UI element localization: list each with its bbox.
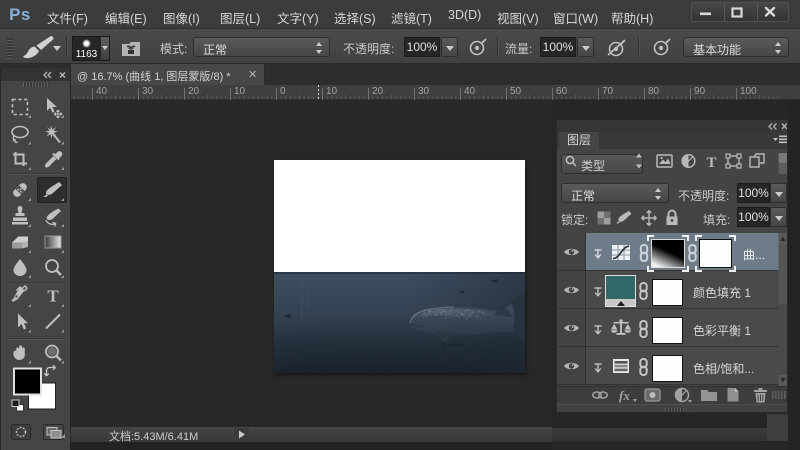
svg-text:20: 20 [188,86,200,97]
svg-text:60: 60 [556,86,568,97]
svg-text:30: 30 [418,86,430,97]
svg-text:T: T [47,287,59,306]
svg-text:10: 10 [326,86,338,97]
svg-text:80: 80 [648,86,660,97]
svg-text:50: 50 [510,86,522,97]
svg-text:fx: fx [619,388,630,403]
svg-text:40: 40 [464,86,476,97]
svg-text:0: 0 [280,86,286,97]
svg-text:30: 30 [142,86,154,97]
svg-text:T: T [706,155,716,171]
svg-text:20: 20 [372,86,384,97]
svg-text:10: 10 [234,86,246,97]
svg-text:70: 70 [602,86,614,97]
svg-text:90: 90 [694,86,706,97]
svg-text:100: 100 [740,86,757,97]
svg-text:40: 40 [96,86,108,97]
